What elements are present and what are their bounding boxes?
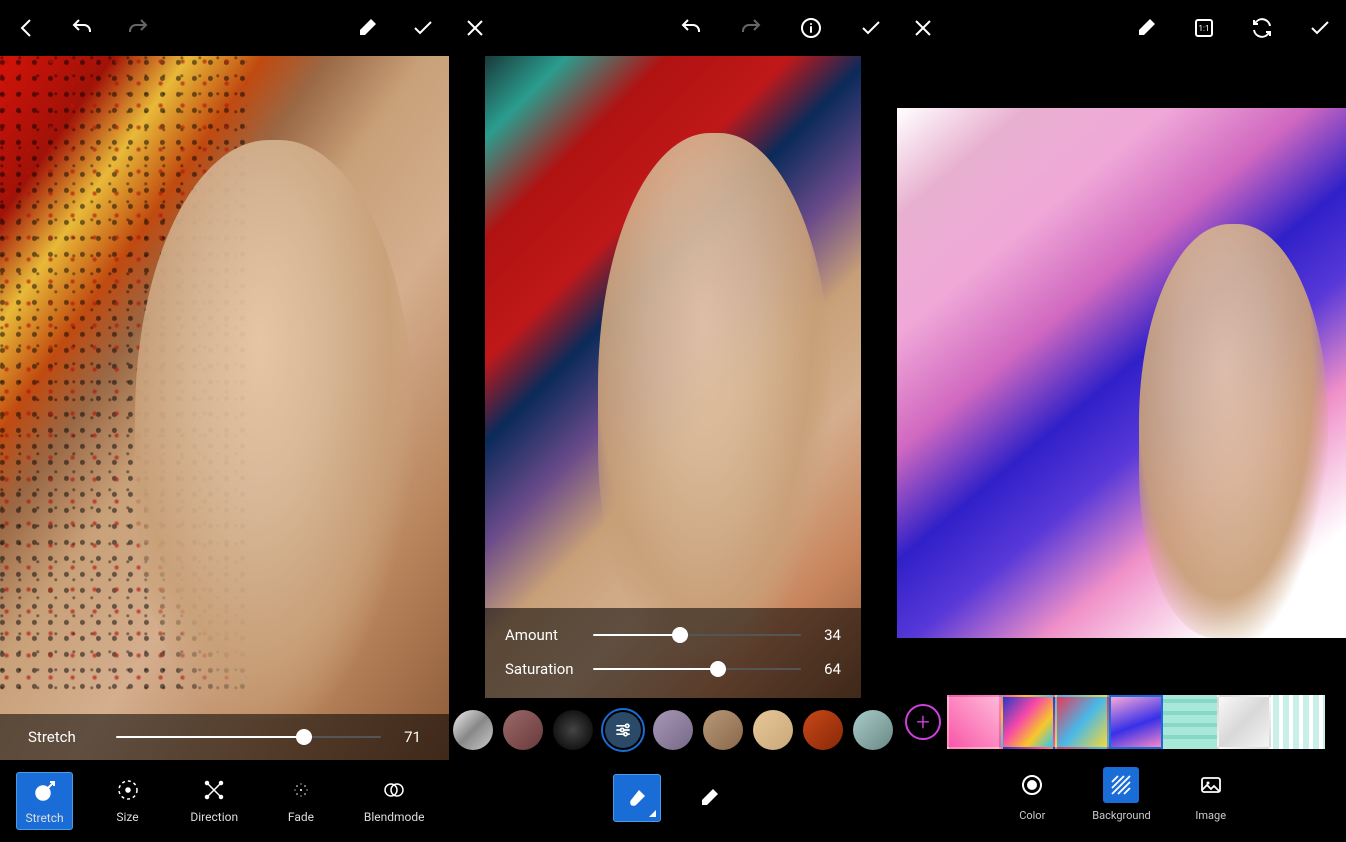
panel-haircolor: Amount 34 Saturation 64 (449, 0, 897, 842)
tab-blendmode[interactable]: Blendmode (356, 772, 433, 828)
background-thumbnails: + (897, 689, 1346, 755)
panel-background: 1:1 + Color Background Image (897, 0, 1346, 842)
blendmode-icon (380, 776, 408, 804)
brush-button[interactable] (613, 774, 661, 822)
refresh-icon[interactable] (1248, 14, 1276, 42)
info-icon[interactable] (797, 14, 825, 42)
tab-fade[interactable]: Fade (279, 772, 323, 828)
tab-image[interactable]: Image (1193, 767, 1229, 822)
subject-face (598, 133, 831, 659)
bg-thumb-paint-b[interactable] (1055, 695, 1109, 749)
slider-value: 71 (393, 728, 421, 746)
color-swatches (449, 698, 897, 762)
undo-icon[interactable] (677, 14, 705, 42)
slider-label: Amount (505, 626, 581, 644)
bg-thumb-mint-stripe[interactable] (1271, 695, 1325, 749)
photo-preview: Amount 34 Saturation 64 (485, 56, 861, 698)
tab-label: Fade (288, 810, 314, 824)
saturation-slider-row: Saturation 64 (505, 652, 841, 686)
apply-icon[interactable] (1306, 14, 1334, 42)
swatch-black[interactable] (551, 708, 595, 752)
bg-thumb-mint-melon[interactable] (1163, 695, 1217, 749)
tab-label: Direction (190, 810, 238, 824)
slider-value: 64 (813, 660, 841, 678)
photo-preview: Stretch 71 (0, 56, 449, 760)
tab-label: Background (1092, 809, 1150, 822)
aspect-ratio-icon[interactable]: 1:1 (1190, 14, 1218, 42)
background-icon (1103, 767, 1139, 803)
tool-tabs: Stretch Size Direction Fade Blendmode (0, 760, 449, 842)
tab-label: Image (1195, 809, 1226, 822)
bg-thumb-pink-blue-brush[interactable] (1109, 695, 1163, 749)
topbar: 1:1 (897, 0, 1346, 56)
swatch-teal-silver[interactable] (851, 708, 895, 752)
subject-face (135, 140, 413, 717)
direction-icon (200, 776, 228, 804)
eraser-icon[interactable] (353, 14, 381, 42)
stretch-icon (31, 777, 59, 805)
tab-background[interactable]: Background (1092, 767, 1150, 822)
tab-label: Stretch (25, 811, 63, 825)
slider-value: 34 (813, 626, 841, 644)
bg-thumb-paint-a[interactable] (1001, 695, 1055, 749)
tab-label: Blendmode (364, 810, 425, 824)
stretch-slider[interactable] (116, 736, 381, 738)
swatch-auburn-red[interactable] (801, 708, 845, 752)
slider-panel: Amount 34 Saturation 64 (485, 608, 861, 698)
close-icon[interactable] (909, 14, 937, 42)
topbar (0, 0, 449, 56)
apply-icon[interactable] (409, 14, 437, 42)
slider-label: Saturation (505, 660, 581, 678)
size-icon (114, 776, 142, 804)
color-icon (1014, 767, 1050, 803)
redo-icon[interactable] (124, 14, 152, 42)
add-background-button[interactable]: + (905, 704, 941, 740)
swatch-rose-brown[interactable] (501, 708, 545, 752)
tab-label: Color (1019, 809, 1045, 822)
saturation-slider[interactable] (593, 668, 801, 670)
subject-face (1139, 224, 1328, 637)
image-icon (1193, 767, 1229, 803)
back-icon[interactable] (12, 14, 40, 42)
eraser-icon[interactable] (1132, 14, 1160, 42)
tab-size[interactable]: Size (106, 772, 150, 828)
tab-label: Size (116, 810, 138, 824)
canvas[interactable] (897, 56, 1346, 689)
fade-icon (287, 776, 315, 804)
amount-slider-row: Amount 34 (505, 618, 841, 652)
stretch-slider-row: Stretch 71 (28, 728, 421, 746)
eraser-button[interactable] (685, 774, 733, 822)
amount-slider[interactable] (593, 634, 801, 636)
canvas[interactable]: Amount 34 Saturation 64 (449, 56, 897, 698)
swatch-blonde[interactable] (751, 708, 795, 752)
svg-text:1:1: 1:1 (1199, 24, 1210, 33)
swatch-muted-purple[interactable] (651, 708, 695, 752)
close-icon[interactable] (461, 14, 489, 42)
brush-eraser-row (449, 762, 897, 842)
swatch-sandy-brown[interactable] (701, 708, 745, 752)
slider-panel: Stretch 71 (0, 714, 449, 760)
bg-thumb-pink-pattern[interactable] (947, 695, 1001, 749)
photo-preview (897, 108, 1346, 638)
slider-label: Stretch (28, 728, 104, 746)
tab-direction[interactable]: Direction (182, 772, 246, 828)
undo-icon[interactable] (68, 14, 96, 42)
swatch-silver-gradient[interactable] (451, 708, 495, 752)
expand-corner-icon (649, 810, 656, 817)
bg-thumb-white-marble[interactable] (1217, 695, 1271, 749)
canvas[interactable]: Stretch 71 (0, 56, 449, 760)
tab-stretch[interactable]: Stretch (16, 772, 72, 830)
panel-dispersion: Stretch 71 Stretch Size Direction (0, 0, 449, 842)
topbar (449, 0, 897, 56)
background-tabs: Color Background Image (897, 755, 1346, 842)
tab-color[interactable]: Color (1014, 767, 1050, 822)
swatch-custom-adjust[interactable] (601, 708, 645, 752)
apply-icon[interactable] (857, 14, 885, 42)
redo-icon[interactable] (737, 14, 765, 42)
